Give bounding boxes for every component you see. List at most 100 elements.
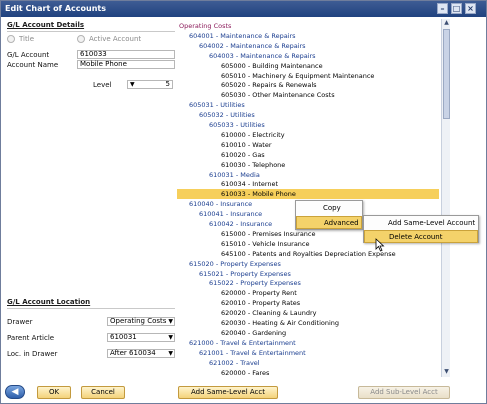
tree-account-row[interactable]: 610010 - Water (177, 140, 272, 150)
parent-article-label: Parent Article (7, 334, 55, 342)
drawer-label: Drawer (7, 318, 33, 326)
tree-account-row[interactable]: 620010 - Property Rates (177, 298, 300, 308)
mouse-cursor-icon (375, 238, 385, 252)
ok-button[interactable]: OK (37, 386, 71, 399)
level-dropdown-icon[interactable]: ▼ (130, 81, 135, 88)
tree-account-row[interactable]: 615000 - Premises Insurance (177, 229, 316, 239)
back-arrow-icon[interactable]: ◀ (5, 385, 25, 399)
radio-title-label: Title (19, 35, 35, 43)
chevron-down-icon[interactable]: ▼ (168, 319, 173, 325)
tree-group-row[interactable]: 610040 - Insurance (177, 199, 252, 209)
parent-article-select[interactable]: 610031 ▼ (107, 333, 175, 342)
tree-group-row[interactable]: 604003 - Maintenance & Repairs (177, 51, 316, 61)
tree-account-row[interactable]: 610000 - Electricity (177, 130, 285, 140)
radio-title[interactable] (7, 35, 15, 43)
tree-row-label: Operating Costs (179, 22, 232, 30)
tree-group-row[interactable]: Operating Costs (177, 21, 231, 31)
chevron-down-icon[interactable]: ▼ (168, 335, 173, 341)
tree-group-row[interactable]: 621000 - Travel & Entertainment (177, 338, 296, 348)
chevron-down-icon[interactable]: ▼ (168, 351, 173, 357)
tree-row-label: 605030 - Other Maintenance Costs (221, 91, 335, 100)
tree-group-row[interactable]: 610031 - Media (177, 170, 260, 180)
tree-group-row[interactable]: 621002 - Travel (177, 358, 260, 368)
tree-row-label: 605032 - Utilities (199, 111, 255, 120)
menu-item-advanced[interactable]: Advanced (296, 216, 362, 229)
drawer-value: Operating Costs (110, 317, 167, 325)
tree-row-label: 621001 - Travel & Entertainment (199, 348, 306, 357)
tree-row-label: 620000 - Property Rent (221, 289, 297, 298)
tree-account-row[interactable]: 615010 - Vehicle Insurance (177, 239, 310, 249)
maximize-icon[interactable]: □ (451, 3, 462, 14)
tree-row-label: 620030 - Heating & Air Conditioning (221, 319, 340, 327)
tree-row-label: 610033 - Mobile Phone (221, 190, 296, 199)
tree-account-row[interactable]: 610034 - Internet (177, 179, 278, 189)
tree-row-label: 604003 - Maintenance & Repairs (209, 51, 316, 60)
close-icon[interactable]: × (465, 3, 476, 14)
menu-item-copy[interactable]: Copy (296, 202, 362, 215)
tree-group-row[interactable]: 615021 - Property Expenses (177, 269, 291, 279)
tree-row-label: 610020 - Gas (221, 150, 265, 159)
tree-row-label: 620000 - Fares (221, 368, 270, 377)
tree-row-label: 605031 - Utilities (189, 101, 245, 110)
gl-account-field[interactable]: 610033 (77, 50, 175, 59)
context-menu: Copy Advanced (295, 200, 363, 230)
scroll-down-icon[interactable]: ▼ (442, 368, 451, 376)
level-value: 5 (165, 80, 170, 88)
tree-row-label: 620020 - Cleaning & Laundry (221, 309, 317, 318)
tree-account-row[interactable]: 605020 - Repairs & Renewals (177, 80, 317, 90)
tree-account-row[interactable]: 610030 - Telephone (177, 160, 285, 170)
cancel-button[interactable]: Cancel (81, 386, 125, 399)
radio-active-account[interactable] (77, 35, 85, 43)
tree-group-row[interactable]: 605032 - Utilities (177, 110, 255, 120)
loc-in-drawer-select[interactable]: After 610034 ▼ (107, 349, 175, 358)
accounts-tree[interactable]: Operating Costs 604001 - Maintenance & Re… (177, 19, 439, 377)
tree-group-row[interactable]: 615022 - Property Expenses (177, 278, 301, 288)
parent-article-value: 610031 (110, 333, 137, 341)
menu-item-add-same-level-account[interactable]: Add Same-Level Account (364, 217, 478, 230)
title-bar[interactable]: Edit Chart of Accounts – □ × (1, 1, 486, 17)
scroll-thumb[interactable] (443, 29, 450, 119)
minimize-icon[interactable]: – (437, 3, 448, 14)
tree-row-label: 605010 - Machinery & Equipment Maintenan… (221, 71, 375, 80)
tree-account-row[interactable]: 620020 - Cleaning & Laundry (177, 308, 316, 318)
account-name-field[interactable]: Mobile Phone (77, 60, 175, 69)
tree-row-label: 621000 - Travel & Entertainment (189, 338, 296, 347)
tree-group-row[interactable]: 604002 - Maintenance & Repairs (177, 41, 306, 51)
tree-account-row[interactable]: 605000 - Building Maintenance (177, 61, 323, 71)
tree-row-label: 645100 - Patents and Royalties Depreciat… (221, 249, 396, 258)
tree-scrollbar[interactable]: ▲ ▼ (441, 19, 450, 377)
tree-row-label: 615000 - Premises Insurance (221, 229, 316, 238)
tree-group-row[interactable]: 605033 - Utilities (177, 120, 265, 130)
tree-account-row[interactable]: 620030 - Heating & Air Conditioning (177, 318, 339, 328)
tree-account-row[interactable]: 620000 - Property Rent (177, 288, 297, 298)
tree-account-row[interactable]: 645100 - Patents and Royalties Depreciat… (177, 249, 396, 259)
tree-account-row[interactable]: 610020 - Gas (177, 150, 265, 160)
tree-row-label: 605020 - Repairs & Renewals (221, 81, 317, 90)
level-field[interactable]: ▼ 5 (127, 80, 173, 89)
tree-row-label: 615020 - Property Expenses (189, 259, 281, 268)
location-section-title: G/L Account Location (7, 298, 91, 306)
chart-of-accounts-window: Edit Chart of Accounts – □ × G/L Account… (0, 0, 487, 404)
tree-group-row[interactable]: 621001 - Travel & Entertainment (177, 348, 306, 358)
scroll-up-icon[interactable]: ▲ (442, 19, 451, 27)
loc-in-drawer-label: Loc. in Drawer (7, 350, 58, 358)
tree-account-row[interactable]: 605010 - Machinery & Equipment Maintenan… (177, 71, 374, 81)
gl-account-label: G/L Account (7, 51, 50, 59)
tree-row-label: 615022 - Property Expenses (209, 279, 301, 288)
tree-group-row[interactable]: 615020 - Property Expenses (177, 259, 281, 269)
drawer-select[interactable]: Operating Costs ▼ (107, 317, 175, 326)
tree-group-row[interactable]: 610041 - Insurance (177, 209, 262, 219)
add-same-level-acct-button[interactable]: Add Same-Level Acct (178, 386, 278, 399)
add-sub-level-acct-button: Add Sub-Level Acct (358, 386, 450, 399)
divider (7, 308, 175, 309)
tree-account-row[interactable]: 620040 - Gardening (177, 328, 286, 338)
tree-group-row[interactable]: 604001 - Maintenance & Repairs (177, 31, 296, 41)
tree-group-row[interactable]: 605031 - Utilities (177, 100, 245, 110)
tree-row-label: 605000 - Building Maintenance (221, 61, 323, 70)
tree-account-row[interactable]: 610033 - Mobile Phone (177, 189, 439, 200)
tree-group-row[interactable]: 610042 - Insurance (177, 219, 272, 229)
tree-row-label: 610000 - Electricity (221, 130, 285, 139)
tree-row-label: 610010 - Water (221, 140, 272, 149)
tree-account-row[interactable]: 620000 - Fares (177, 368, 269, 378)
tree-account-row[interactable]: 605030 - Other Maintenance Costs (177, 90, 335, 100)
